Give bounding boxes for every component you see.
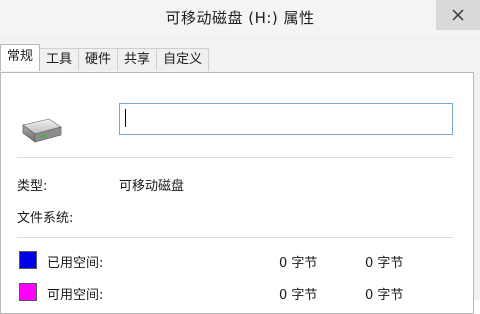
close-icon — [452, 9, 464, 21]
text-caret — [125, 109, 126, 127]
removable-drive-icon — [22, 118, 62, 143]
tab-general[interactable]: 常规 — [0, 44, 41, 71]
tab-customize[interactable]: 自定义 — [156, 48, 210, 71]
tab-strip: 常规 工具 硬件 共享 自定义 — [0, 44, 210, 72]
used-space-bytes: 0 字节 — [279, 256, 318, 271]
type-label: 类型: — [17, 179, 48, 194]
volume-label-input[interactable] — [119, 103, 453, 135]
type-value: 可移动磁盘 — [119, 179, 185, 194]
separator — [17, 157, 453, 158]
properties-window: 可移动磁盘 (H:) 属性 常规 工具 硬件 共享 自定义 类型: 可移动磁盘 … — [0, 0, 480, 314]
used-space-label: 已用空间: — [47, 256, 104, 271]
tab-sharing[interactable]: 共享 — [117, 48, 158, 71]
free-space-label: 可用空间: — [47, 288, 104, 303]
general-panel: 类型: 可移动磁盘 文件系统: 已用空间: 0 字节 0 字节 可用空间: 0 … — [0, 72, 474, 314]
close-button[interactable] — [436, 0, 480, 30]
filesystem-label: 文件系统: — [17, 211, 74, 226]
free-space-bytes: 0 字节 — [279, 288, 318, 303]
used-space-swatch — [19, 251, 37, 269]
separator — [17, 237, 453, 238]
title-bar[interactable]: 可移动磁盘 (H:) 属性 — [0, 0, 480, 36]
tab-tools[interactable]: 工具 — [39, 48, 80, 71]
window-title: 可移动磁盘 (H:) 属性 — [165, 9, 315, 27]
tab-hardware[interactable]: 硬件 — [78, 48, 119, 71]
free-space-swatch — [19, 283, 37, 301]
free-space-size: 0 字节 — [365, 288, 404, 303]
used-space-size: 0 字节 — [365, 256, 404, 271]
